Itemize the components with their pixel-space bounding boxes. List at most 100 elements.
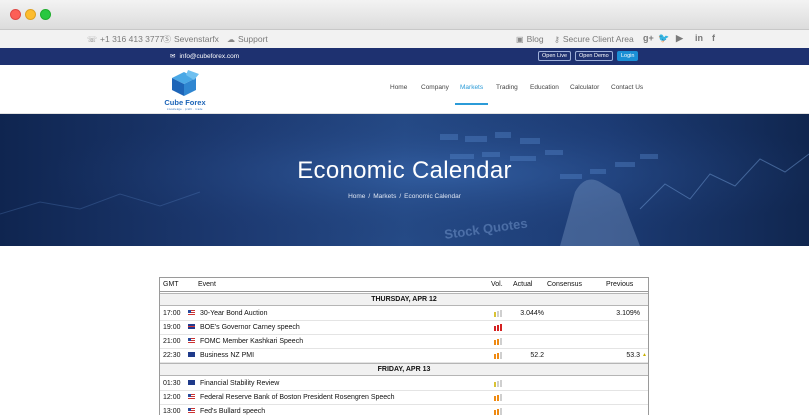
nav-trading[interactable]: Trading <box>496 84 518 91</box>
skype-name: Sevenstarfx <box>174 34 219 44</box>
email-address: info@cubeforex.com <box>179 53 240 60</box>
secure-client-area-link[interactable]: ⚷ Secure Client Area <box>554 34 634 44</box>
event-previous: 53.3 <box>626 352 640 359</box>
close-window-button[interactable] <box>10 9 21 20</box>
nav-company[interactable]: Company <box>421 84 449 91</box>
volatility-bar <box>497 311 499 317</box>
nz-flag-icon <box>188 352 195 357</box>
event-name: FOMC Member Kashkari Speech <box>200 338 304 345</box>
volatility-low-icon <box>494 379 504 387</box>
blog-icon: ▣ <box>516 35 524 44</box>
header-vol: Vol. <box>491 281 503 288</box>
event-name: Fed's Bullard speech <box>200 408 266 415</box>
volatility-bar <box>497 381 499 387</box>
volatility-medium-icon <box>494 337 504 345</box>
us-flag-icon <box>188 338 195 343</box>
volatility-bar <box>497 395 499 401</box>
volatility-bar <box>497 339 499 345</box>
chat-icon: ☁ <box>227 35 235 44</box>
breadcrumb-home[interactable]: Home <box>348 193 365 200</box>
volatility-medium-icon <box>494 407 504 415</box>
twitter-icon[interactable]: 🐦 <box>658 33 669 44</box>
calendar-event-row[interactable]: 21:00 FOMC Member Kashkari Speech <box>160 335 648 349</box>
nav-markets[interactable]: Markets <box>460 84 483 91</box>
calendar-event-row[interactable]: 13:00 Fed's Bullard speech <box>160 405 648 415</box>
volatility-low-icon <box>494 309 504 317</box>
header-actual: Actual <box>513 281 533 288</box>
event-time: 01:30 <box>163 380 181 387</box>
nav-calculator[interactable]: Calculator <box>570 84 599 91</box>
calendar-event-row[interactable]: 17:00 30-Year Bond Auction 3.044% 3.109% <box>160 307 648 321</box>
phone-contact[interactable]: ☏ +1 316 413 3777 <box>87 34 164 44</box>
nav-home[interactable]: Home <box>390 84 407 91</box>
maximize-window-button[interactable] <box>40 9 51 20</box>
header-event: Event <box>198 281 216 288</box>
key-icon: ⚷ <box>554 35 560 44</box>
volatility-bar <box>500 408 502 415</box>
volatility-bar <box>494 396 496 401</box>
contact-topbar: ☏ +1 316 413 3777 Ⓢ Sevenstarfx ☁ Support ▣… <box>0 30 809 48</box>
hero-banner: Stock Quotes Economic Calendar Home / Mark… <box>0 114 809 246</box>
calendar-event-row[interactable]: 12:00 Federal Reserve Bank of Boston Pres… <box>160 391 648 405</box>
gb-flag-icon <box>188 324 195 329</box>
youtube-icon[interactable]: ▶ <box>676 33 683 44</box>
site-header: Cube Forex knowledge · profit · trade Ho… <box>0 65 809 114</box>
volatility-bar <box>494 354 496 359</box>
header-gmt: GMT <box>163 281 179 288</box>
login-button[interactable]: Login <box>617 51 639 61</box>
event-actual: 52.2 <box>530 352 544 359</box>
calendar-event-row[interactable]: 01:30 Financial Stability Review <box>160 377 648 391</box>
breadcrumb-current: Economic Calendar <box>404 193 461 200</box>
support-link[interactable]: ☁ Support <box>227 34 268 44</box>
calendar-event-row[interactable]: 22:30 Business NZ PMI 52.2 53.3 ▲ <box>160 349 648 363</box>
economic-calendar-table: GMT Event Vol. Actual Consensus Previous… <box>159 277 649 415</box>
volatility-bar <box>500 338 502 345</box>
email-contact[interactable]: ✉ info@cubeforex.com <box>170 52 239 60</box>
open-live-button[interactable]: Open Live <box>538 51 572 61</box>
us-flag-icon <box>188 408 195 413</box>
event-name: Federal Reserve Bank of Boston President… <box>200 394 395 401</box>
event-time: 17:00 <box>163 310 181 317</box>
volatility-bar <box>494 382 496 387</box>
minimize-window-button[interactable] <box>25 9 36 20</box>
facebook-icon[interactable]: f <box>712 33 715 43</box>
header-consensus: Consensus <box>547 281 583 288</box>
event-previous: 3.109% <box>616 310 640 317</box>
linkedin-icon[interactable]: in <box>695 33 703 43</box>
event-name: BOE's Governor Carney speech <box>200 324 300 331</box>
nav-education[interactable]: Education <box>530 84 559 91</box>
skype-contact[interactable]: Ⓢ Sevenstarfx <box>163 34 219 45</box>
logo-tagline: knowledge · profit · trade <box>167 108 203 111</box>
page-title: Economic Calendar <box>297 157 512 184</box>
volatility-bar <box>494 410 496 415</box>
volatility-bar <box>497 353 499 359</box>
phone-icon: ☏ <box>87 35 98 44</box>
volatility-medium-icon <box>494 351 504 359</box>
volatility-bar <box>497 325 499 331</box>
us-flag-icon <box>188 394 195 399</box>
volatility-bar <box>500 324 502 331</box>
event-time: 22:30 <box>163 352 181 359</box>
event-time: 21:00 <box>163 338 181 345</box>
blog-link[interactable]: ▣ Blog <box>516 34 544 44</box>
au-flag-icon <box>188 380 195 385</box>
cube-logo-icon <box>172 70 199 96</box>
google-plus-icon[interactable]: g+ <box>643 33 654 43</box>
event-time: 19:00 <box>163 324 181 331</box>
open-demo-button[interactable]: Open Demo <box>575 51 613 61</box>
volatility-medium-icon <box>494 393 504 401</box>
calendar-event-row[interactable]: 19:00 BOE's Governor Carney speech <box>160 321 648 335</box>
volatility-bar <box>494 340 496 345</box>
us-flag-icon <box>188 310 195 315</box>
event-time: 13:00 <box>163 408 181 415</box>
volatility-bar <box>497 409 499 415</box>
skype-icon: Ⓢ <box>163 35 171 44</box>
volatility-bar <box>494 326 496 331</box>
event-name: 30-Year Bond Auction <box>200 310 268 317</box>
nav-active-indicator <box>455 103 488 105</box>
logo-name: Cube Forex <box>164 98 206 107</box>
nav-contact-us[interactable]: Contact Us <box>611 84 643 91</box>
breadcrumb-markets[interactable]: Markets <box>373 193 396 200</box>
calendar-header-row: GMT Event Vol. Actual Consensus Previous <box>160 278 648 292</box>
logo[interactable]: Cube Forex knowledge · profit · trade <box>160 68 210 112</box>
